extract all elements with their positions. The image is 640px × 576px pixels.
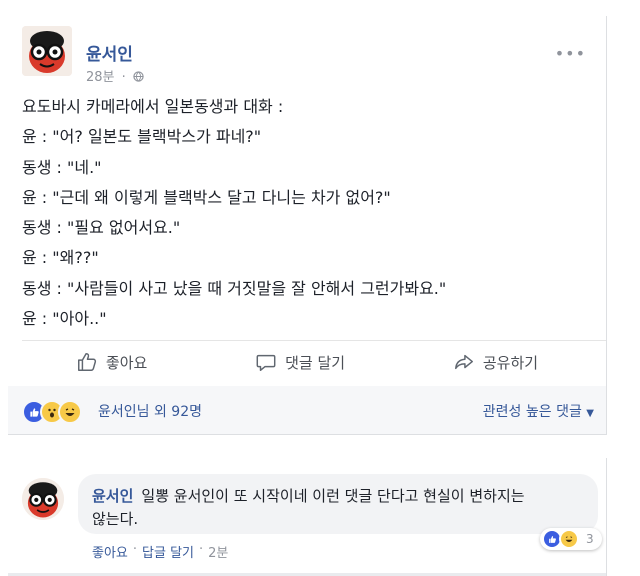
share-label: 공유하기	[482, 353, 539, 372]
commenter-avatar[interactable]	[22, 478, 64, 520]
post-line: 요도바시 카메라에서 일본동생과 대화 :	[22, 97, 284, 116]
like-label: 좋아요	[105, 353, 148, 372]
commenter-name[interactable]: 윤서인	[92, 487, 133, 505]
post-body: 요도바시 카메라에서 일본동생과 대화 : 윤 : "어? 일본도 블랙박스가 …	[22, 92, 592, 334]
separator-dot: ·	[199, 542, 204, 557]
more-horizontal-icon[interactable]: •••	[555, 44, 586, 63]
chevron-down-icon: ▼	[586, 408, 594, 419]
comment-reaction-count: 3	[586, 532, 594, 546]
post-card: 윤서인 28분 · ••• 요도바시 카메라에서 일본동생과 대화 : 윤 : …	[8, 16, 607, 435]
like-button[interactable]: 좋아요	[76, 351, 147, 373]
post-line: 윤 : "왜??"	[22, 248, 99, 268]
comment-like-link[interactable]: 좋아요	[92, 542, 128, 561]
comment-text: 윤서인 일뽕 윤서인이 또 시작이네 이런 댓글 단다고 현실이 변하지는 않는다…	[92, 485, 592, 531]
thumbs-up-icon	[77, 353, 96, 371]
separator-dot: ·	[121, 70, 126, 85]
author-avatar[interactable]	[22, 26, 72, 76]
post-header: 윤서인 28분 · •••	[22, 26, 592, 85]
post-line: 동생 : "사람들이 사고 났을 때 거짓말을 잘 안해서 그런가봐요."	[22, 278, 447, 298]
share-arrow-icon	[454, 354, 473, 370]
comment-line-2: 않는다.	[92, 510, 139, 528]
sort-label: 관련성 높은 댓글	[482, 404, 582, 420]
post-line: 동생 : "필요 없어서요."	[22, 218, 181, 238]
comment-reactions[interactable]: 3	[540, 528, 602, 550]
reaction-icons[interactable]	[22, 400, 82, 424]
author-name[interactable]: 윤서인	[86, 40, 133, 65]
comment-button[interactable]: 댓글 달기	[255, 351, 345, 373]
avatar-face-icon	[22, 478, 64, 520]
post-actions: 좋아요 댓글 달기 공유하기	[22, 341, 592, 383]
post-line: 윤 : "어? 일본도 블랙박스가 파네?"	[22, 127, 262, 147]
post-line: 동생 : "네."	[22, 157, 102, 177]
post-line: 윤 : "아아.."	[22, 309, 107, 329]
comment-label: 댓글 달기	[285, 353, 346, 372]
globe-icon	[133, 71, 144, 82]
comment-sort-dropdown[interactable]: 관련성 높은 댓글 ▼	[483, 401, 594, 421]
separator-dot: ·	[132, 542, 138, 557]
post-time[interactable]: 28분	[86, 70, 115, 85]
comment-item: 윤서인 일뽕 윤서인이 또 시작이네 이런 댓글 단다고 현실이 변하지는 않는다…	[8, 458, 607, 576]
post-line: 윤 : "근데 왜 이렇게 블랙박스 달고 다니는 차가 없어?"	[22, 187, 391, 207]
share-button[interactable]: 공유하기	[453, 351, 538, 373]
comment-actions: 좋아요 · 답글 달기 · 2분	[92, 542, 228, 561]
haha-reaction-icon	[58, 400, 82, 424]
post-meta: 28분 ·	[86, 66, 144, 85]
comment-time[interactable]: 2분	[208, 542, 228, 561]
avatar-face-icon	[22, 26, 72, 76]
comment-reply-link[interactable]: 답글 달기	[142, 542, 194, 561]
comment-line-1: 일뽕 윤서인이 또 시작이네 이런 댓글 단다고 현실이 변하지는	[141, 487, 525, 505]
reactions-bar: 윤서인님 외 92명 관련성 높은 댓글 ▼	[8, 386, 606, 434]
reaction-count[interactable]: 윤서인님 외 92명	[98, 401, 202, 421]
comment-bubble-icon	[256, 354, 276, 371]
haha-reaction-icon	[559, 529, 579, 549]
